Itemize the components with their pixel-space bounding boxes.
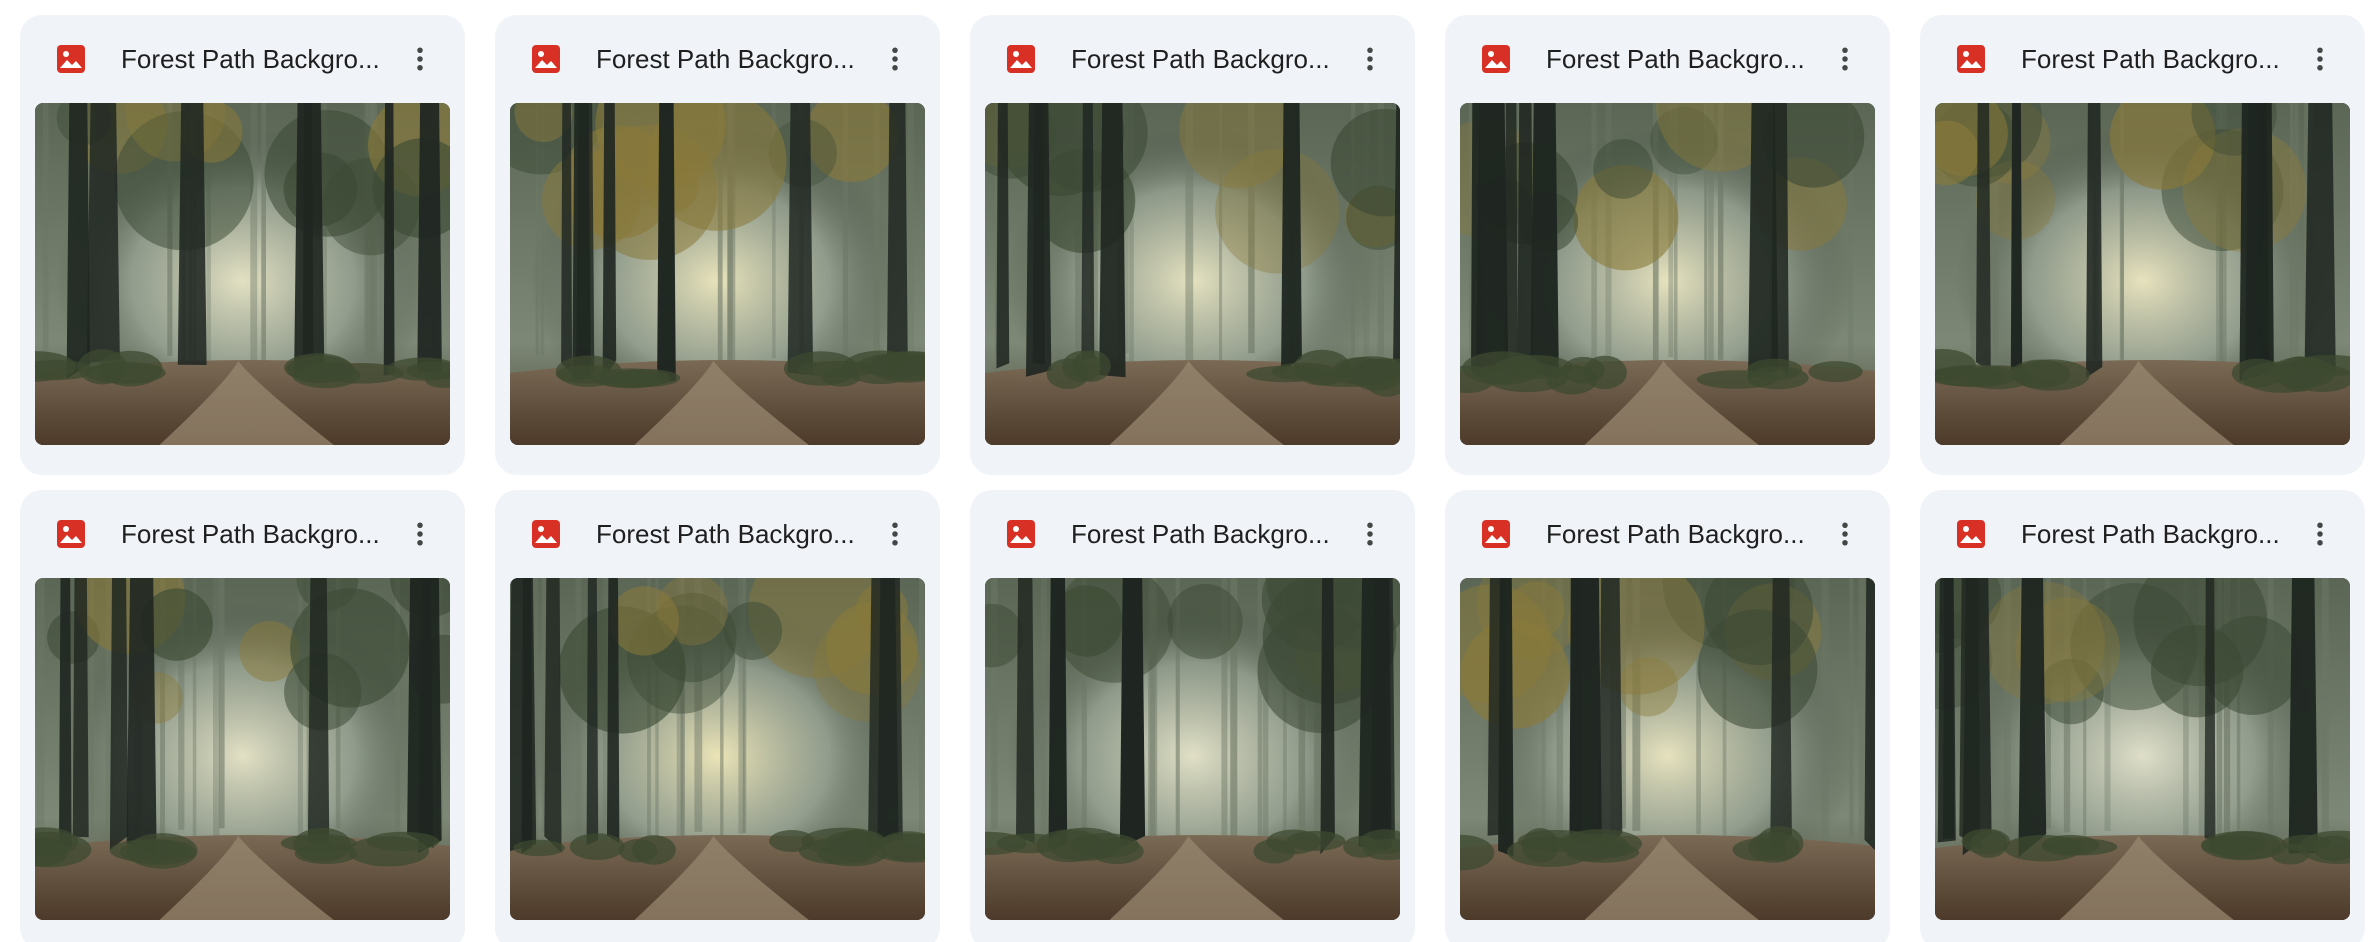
image-thumbnail[interactable] xyxy=(1460,103,1875,445)
file-title: Forest Path Backgro... xyxy=(1071,519,1330,549)
image-file-icon xyxy=(1005,518,1037,550)
file-card-header: Forest Path Backgro... xyxy=(20,490,465,562)
image-file-icon xyxy=(1480,43,1512,75)
more-options-button[interactable] xyxy=(1346,35,1394,83)
file-title: Forest Path Backgro... xyxy=(121,44,380,74)
file-title: Forest Path Backgro... xyxy=(121,519,380,549)
file-card-header: Forest Path Backgro... xyxy=(1920,15,2365,87)
file-title: Forest Path Backgro... xyxy=(2021,44,2280,74)
image-thumbnail[interactable] xyxy=(35,578,450,920)
file-card-header: Forest Path Backgro... xyxy=(1920,490,2365,562)
more-vert-icon xyxy=(1842,522,1848,546)
file-title: Forest Path Backgro... xyxy=(1071,44,1330,74)
more-options-button[interactable] xyxy=(1821,510,1869,558)
file-title: Forest Path Backgro... xyxy=(1546,519,1805,549)
image-thumbnail[interactable] xyxy=(985,578,1400,920)
file-title: Forest Path Backgro... xyxy=(596,519,855,549)
more-vert-icon xyxy=(2317,47,2323,71)
more-vert-icon xyxy=(892,47,898,71)
file-card-3[interactable]: Forest Path Backgro... xyxy=(970,15,1415,475)
file-card-10[interactable]: Forest Path Backgro... xyxy=(1920,490,2365,942)
image-thumbnail[interactable] xyxy=(985,103,1400,445)
file-title: Forest Path Backgro... xyxy=(1546,44,1805,74)
file-card-header: Forest Path Backgro... xyxy=(1445,490,1890,562)
file-card-9[interactable]: Forest Path Backgro... xyxy=(1445,490,1890,942)
file-card-4[interactable]: Forest Path Backgro... xyxy=(1445,15,1890,475)
image-thumbnail[interactable] xyxy=(510,103,925,445)
more-vert-icon xyxy=(892,522,898,546)
image-thumbnail[interactable] xyxy=(1935,578,2350,920)
more-options-button[interactable] xyxy=(871,35,919,83)
file-card-header: Forest Path Backgro... xyxy=(970,15,1415,87)
image-file-icon xyxy=(1005,43,1037,75)
more-vert-icon xyxy=(417,47,423,71)
file-card-header: Forest Path Backgro... xyxy=(495,15,940,87)
file-card-header: Forest Path Backgro... xyxy=(1445,15,1890,87)
more-vert-icon xyxy=(1367,47,1373,71)
file-title: Forest Path Backgro... xyxy=(2021,519,2280,549)
image-file-icon xyxy=(55,43,87,75)
file-title: Forest Path Backgro... xyxy=(596,44,855,74)
file-card-7[interactable]: Forest Path Backgro... xyxy=(495,490,940,942)
more-vert-icon xyxy=(2317,522,2323,546)
more-options-button[interactable] xyxy=(1346,510,1394,558)
more-options-button[interactable] xyxy=(2296,510,2344,558)
image-thumbnail[interactable] xyxy=(35,103,450,445)
image-file-icon xyxy=(530,518,562,550)
image-file-icon xyxy=(1955,43,1987,75)
image-file-icon xyxy=(530,43,562,75)
more-vert-icon xyxy=(417,522,423,546)
file-card-2[interactable]: Forest Path Backgro... xyxy=(495,15,940,475)
file-card-8[interactable]: Forest Path Backgro... xyxy=(970,490,1415,942)
more-vert-icon xyxy=(1842,47,1848,71)
more-options-button[interactable] xyxy=(396,510,444,558)
file-card-6[interactable]: Forest Path Backgro... xyxy=(20,490,465,942)
more-options-button[interactable] xyxy=(2296,35,2344,83)
file-card-header: Forest Path Backgro... xyxy=(970,490,1415,562)
more-options-button[interactable] xyxy=(396,35,444,83)
more-options-button[interactable] xyxy=(1821,35,1869,83)
image-file-icon xyxy=(1955,518,1987,550)
file-card-header: Forest Path Backgro... xyxy=(20,15,465,87)
image-thumbnail[interactable] xyxy=(1935,103,2350,445)
more-options-button[interactable] xyxy=(871,510,919,558)
image-thumbnail[interactable] xyxy=(1460,578,1875,920)
image-file-icon xyxy=(55,518,87,550)
file-card-1[interactable]: Forest Path Backgro... xyxy=(20,15,465,475)
file-card-header: Forest Path Backgro... xyxy=(495,490,940,562)
more-vert-icon xyxy=(1367,522,1373,546)
file-card-5[interactable]: Forest Path Backgro... xyxy=(1920,15,2365,475)
file-grid: Forest Path Backgro... Forest Path Backg… xyxy=(20,15,2365,942)
image-thumbnail[interactable] xyxy=(510,578,925,920)
image-file-icon xyxy=(1480,518,1512,550)
